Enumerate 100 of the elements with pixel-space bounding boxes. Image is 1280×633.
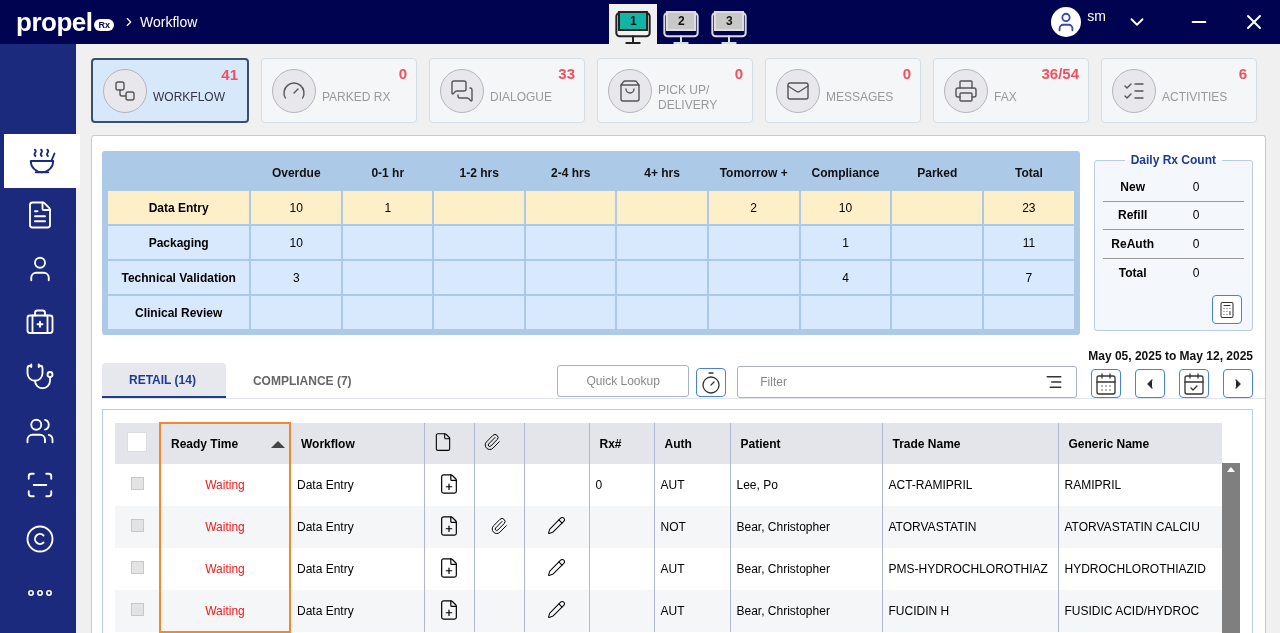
add-document-icon[interactable]	[438, 472, 460, 495]
add-document-icon[interactable]	[438, 514, 460, 537]
column-header[interactable]: Ready Time	[160, 423, 290, 464]
row-checkbox[interactable]	[130, 519, 144, 532]
tab[interactable]: RETAIL (14)	[102, 363, 226, 398]
calendar-button[interactable]	[1091, 369, 1121, 398]
table-cell: Data Entry	[297, 478, 354, 492]
column-header[interactable]: Workflow	[290, 423, 424, 464]
count-label: 0	[902, 65, 911, 82]
count-value: 0	[1192, 208, 1200, 223]
add-document-icon[interactable]	[438, 598, 460, 621]
count-label: ReAuth	[1110, 236, 1155, 251]
logo: propel	[16, 6, 93, 38]
row-checkbox[interactable]	[130, 561, 144, 574]
column-header[interactable]: Generic Name	[1058, 423, 1222, 464]
select-all-checkbox[interactable]	[127, 432, 147, 452]
table-row[interactable]: Waiting Data Entry NOT Bear, Christopher ATORVASTATIN ATORVASTATIN CALCIU	[115, 506, 1222, 548]
pencil-icon[interactable]	[547, 516, 566, 535]
sort-lines-icon[interactable]	[1045, 373, 1064, 391]
table-row[interactable]: Waiting Data Entry AUT Bear, Christopher PMS-HYDROCHLOROTHIAZ HYDROCHLOROTHIAZID	[115, 548, 1222, 590]
column-header: Overdue	[270, 165, 322, 182]
table-row[interactable]: Waiting Data Entry 0 AUT Lee, Po ACT-RAMIPRIL RAMIPRIL	[115, 464, 1222, 506]
nav-tile[interactable]: WORKFLOW 41	[91, 58, 249, 123]
column-header: 4+ hrs	[643, 165, 681, 182]
table-cell: Bear, Christopher	[736, 520, 830, 534]
column-header: Compliance	[810, 165, 881, 182]
count-label: Refill	[1117, 208, 1149, 223]
column-header: Total	[1013, 165, 1044, 182]
row-label[interactable]: Technical Validation	[108, 261, 250, 294]
avatar-icon	[1051, 7, 1082, 37]
table-cell: 7	[984, 261, 1074, 294]
count-label: New	[1119, 179, 1146, 194]
tab[interactable]: COMPLIANCE (7)	[225, 363, 382, 398]
table-cell: ATORVASTATIN CALCIU	[1064, 520, 1200, 534]
table-row[interactable]: Waiting Data Entry AUT Bear, Christopher FUCIDIN H FUSIDIC ACID/HYDROC	[115, 590, 1222, 632]
column-header: 1-2 hrs	[458, 165, 500, 182]
table-cell: 4	[800, 261, 891, 294]
add-document-icon[interactable]	[438, 556, 460, 579]
count-value: 0	[1192, 236, 1200, 251]
column-header: Tomorrow +	[718, 165, 789, 182]
fax-icon	[954, 78, 978, 103]
count-label: 36/54	[1041, 65, 1079, 82]
row-checkbox[interactable]	[130, 477, 144, 490]
table-cell: 2	[708, 191, 799, 224]
count-label: Total	[1117, 265, 1148, 280]
stethoscope-icon	[25, 362, 55, 392]
quick-lookup-button[interactable]: Quick Lookup	[557, 365, 690, 397]
date-range: May 05, 2025 to May 12, 2025	[1088, 349, 1253, 363]
timer-button[interactable]	[696, 368, 727, 397]
calendar-icon	[1182, 371, 1206, 396]
today-button[interactable]	[1179, 369, 1209, 398]
pencil-icon[interactable]	[547, 558, 566, 577]
count-value: 0	[1192, 265, 1200, 280]
column-header[interactable]: Trade Name	[882, 423, 1058, 464]
table-cell: PMS-HYDROCHLOROTHIAZ	[888, 562, 1048, 576]
user-name: sm	[1087, 8, 1106, 24]
breadcrumb: Workflow	[139, 14, 198, 30]
row-label[interactable]: Data Entry	[108, 191, 250, 224]
table-cell: 11	[984, 226, 1074, 259]
column-header: Parked	[916, 165, 959, 182]
calculator-icon	[1218, 300, 1236, 319]
monitor-tab[interactable]: 3	[705, 4, 754, 44]
table-cell: ACT-RAMIPRIL	[888, 478, 973, 492]
circle-letter-icon	[25, 524, 55, 554]
status-text: Waiting	[205, 562, 245, 576]
group-icon	[25, 416, 55, 446]
scanner-icon	[25, 470, 55, 500]
logo-badge: Rx	[94, 19, 114, 31]
column-header[interactable]: Auth	[654, 423, 730, 464]
monitor-tab[interactable]: 2	[657, 4, 706, 44]
monitor-tab[interactable]: 1	[609, 4, 658, 44]
previous-button[interactable]	[1135, 369, 1165, 398]
table-cell: 10	[800, 191, 891, 224]
count-label: 0	[734, 65, 743, 82]
table-cell: 10	[251, 191, 342, 224]
table-cell: Data Entry	[297, 604, 354, 618]
table-cell: Bear, Christopher	[736, 604, 830, 618]
table-cell: 3	[251, 261, 342, 294]
column-header: 0-1 hr	[370, 165, 406, 182]
column-header[interactable]: Rx#	[589, 423, 654, 464]
paperclip-icon[interactable]	[490, 516, 508, 535]
filter-field[interactable]: Filter	[737, 366, 1078, 398]
next-button[interactable]	[1223, 369, 1253, 398]
pencil-icon[interactable]	[547, 600, 566, 619]
row-checkbox[interactable]	[130, 603, 144, 616]
table-cell: 23	[984, 191, 1074, 224]
table-cell: NOT	[660, 520, 686, 534]
table-cell: RAMIPRIL	[1064, 478, 1122, 492]
paperclip-icon	[482, 433, 501, 451]
table-cell: Lee, Po	[736, 478, 778, 492]
column-header[interactable]: Patient	[730, 423, 882, 464]
table-cell: 1	[343, 191, 433, 224]
calculator-button[interactable]	[1212, 295, 1242, 324]
card-title: Daily Rx Count	[1129, 153, 1217, 167]
sidebar-item[interactable]	[4, 134, 80, 188]
table-cell: FUSIDIC ACID/HYDROC	[1064, 604, 1200, 618]
row-label[interactable]: Clinical Review	[108, 296, 250, 329]
table-cell: 10	[251, 226, 342, 259]
row-label[interactable]: Packaging	[108, 226, 250, 259]
table-cell: Data Entry	[297, 520, 354, 534]
